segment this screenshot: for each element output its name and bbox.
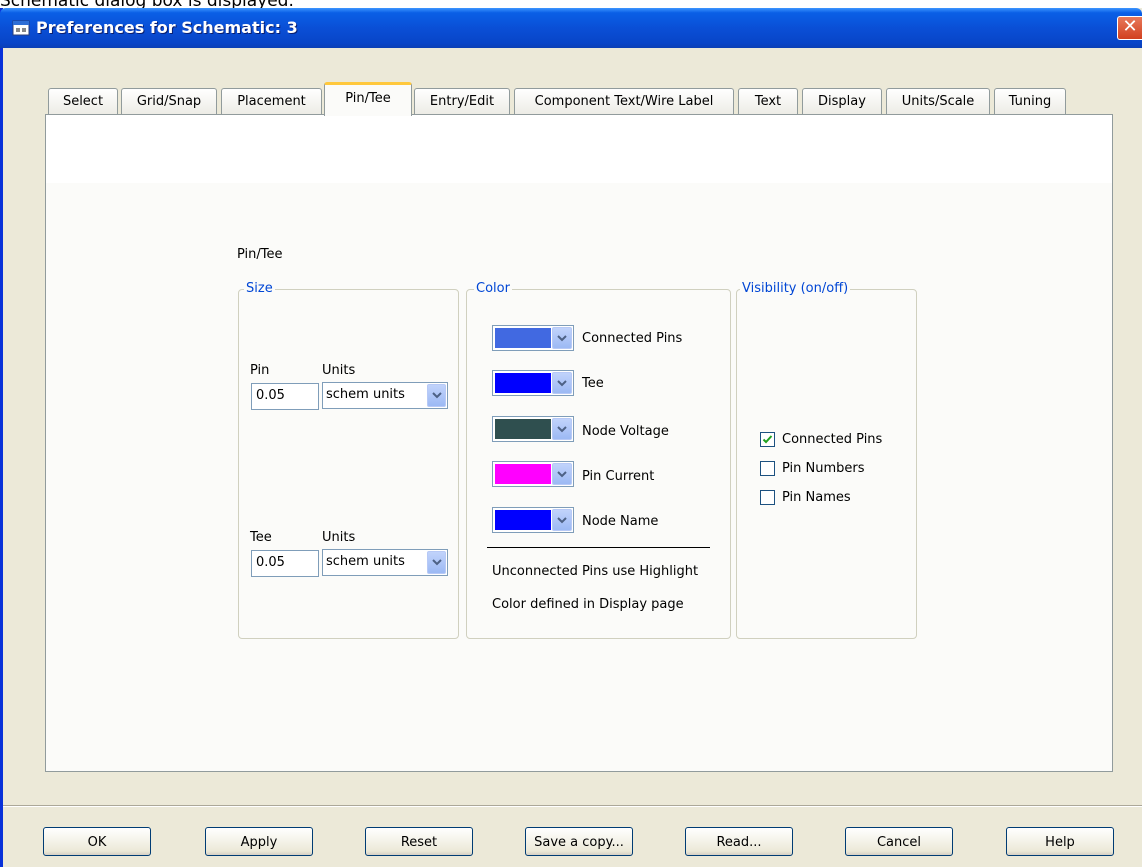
tab-label: Text: [754, 94, 782, 109]
tab-label: Pin/Tee: [345, 91, 391, 106]
tab-grid-snap[interactable]: Grid/Snap: [121, 88, 217, 115]
tee-units-value: schem units: [326, 554, 405, 569]
tab-tuning[interactable]: Tuning: [994, 88, 1066, 115]
node-name-color-label: Node Name: [582, 514, 659, 529]
pin-numbers-checkbox[interactable]: [760, 461, 775, 476]
tee-size-label: Tee: [250, 530, 272, 545]
chevron-down-icon[interactable]: [552, 509, 572, 531]
tab-select[interactable]: Select: [48, 88, 118, 115]
pin-units-label: Units: [322, 363, 356, 378]
app-icon: [12, 20, 30, 36]
chevron-down-icon[interactable]: [427, 551, 446, 574]
pin-names-visibility-label[interactable]: Pin Names: [782, 490, 851, 506]
chevron-down-icon[interactable]: [427, 384, 446, 407]
color-swatch: [495, 373, 551, 393]
pin-numbers-visibility-label[interactable]: Pin Numbers: [782, 461, 865, 477]
close-icon: ✕: [1122, 16, 1138, 37]
tab-label: Placement: [237, 94, 306, 109]
tee-units-label: Units: [322, 530, 356, 545]
tab-label: Display: [818, 94, 866, 109]
unconnected-note-line1: Unconnected Pins use Highlight: [492, 564, 699, 579]
pin-units-value: schem units: [326, 387, 405, 402]
node-name-color-select[interactable]: [492, 507, 574, 533]
color-group-legend: Color: [474, 281, 512, 296]
pin-current-color-label: Pin Current: [582, 469, 655, 484]
color-swatch: [495, 419, 551, 439]
tab-text[interactable]: Text: [738, 88, 798, 115]
section-heading: Pin/Tee: [237, 247, 283, 262]
read-button[interactable]: Read...: [685, 827, 793, 856]
tab-pin-tee[interactable]: Pin/Tee: [324, 82, 412, 116]
close-button[interactable]: ✕: [1117, 16, 1142, 40]
tee-color-select[interactable]: [492, 370, 574, 396]
help-button[interactable]: Help: [1006, 827, 1114, 856]
window-title: Preferences for Schematic: 3: [36, 18, 298, 37]
apply-button[interactable]: Apply: [205, 827, 313, 856]
tee-color-label: Tee: [582, 376, 604, 391]
pin-names-checkbox[interactable]: [760, 490, 775, 505]
connected-pins-color-select[interactable]: [492, 325, 574, 351]
cancel-button[interactable]: Cancel: [845, 827, 953, 856]
tee-size-input[interactable]: 0.05: [251, 550, 319, 577]
chevron-down-icon[interactable]: [552, 327, 572, 349]
tab-label: Component Text/Wire Label: [534, 94, 714, 109]
tab-display[interactable]: Display: [802, 88, 882, 115]
tab-label: Grid/Snap: [136, 94, 202, 109]
pin-units-select[interactable]: schem units: [322, 382, 448, 409]
tab-label: Select: [62, 94, 104, 109]
caption-text: Schematic dialog box is displayed.: [0, 0, 400, 8]
chevron-down-icon[interactable]: [552, 463, 572, 485]
color-swatch: [495, 510, 551, 530]
pin-size-input[interactable]: 0.05: [251, 383, 319, 410]
node-voltage-color-select[interactable]: [492, 416, 574, 442]
tab-panel-header: [46, 115, 1112, 183]
divider: [487, 547, 710, 548]
tab-label: Entry/Edit: [429, 94, 495, 109]
pin-current-color-select[interactable]: [492, 461, 574, 487]
tab-placement[interactable]: Placement: [221, 88, 322, 115]
color-swatch: [495, 328, 551, 348]
visibility-group-legend: Visibility (on/off): [740, 281, 851, 296]
bottom-divider: [3, 805, 1142, 807]
node-voltage-color-label: Node Voltage: [582, 424, 669, 439]
checkmark-icon: [762, 435, 773, 444]
size-group: [238, 289, 459, 639]
reset-button[interactable]: Reset: [365, 827, 473, 856]
save-copy-button[interactable]: Save a copy...: [525, 827, 633, 856]
tab-label: Units/Scale: [901, 94, 975, 109]
tab-entry-edit[interactable]: Entry/Edit: [414, 88, 510, 115]
chevron-down-icon[interactable]: [552, 418, 572, 440]
unconnected-note-line2: Color defined in Display page: [492, 597, 684, 612]
connected-pins-checkbox[interactable]: [760, 432, 775, 447]
ok-button[interactable]: OK: [43, 827, 151, 856]
color-swatch: [495, 464, 551, 484]
pin-size-label: Pin: [250, 363, 270, 378]
tab-component-text[interactable]: Component Text/Wire Label: [514, 88, 734, 115]
connected-pins-color-label: Connected Pins: [582, 331, 683, 346]
connected-pins-visibility-label[interactable]: Connected Pins: [782, 432, 882, 448]
chevron-down-icon[interactable]: [552, 372, 572, 394]
tab-units-scale[interactable]: Units/Scale: [886, 88, 990, 115]
tee-units-select[interactable]: schem units: [322, 549, 448, 576]
size-group-legend: Size: [244, 281, 275, 296]
tab-label: Tuning: [1008, 94, 1052, 109]
